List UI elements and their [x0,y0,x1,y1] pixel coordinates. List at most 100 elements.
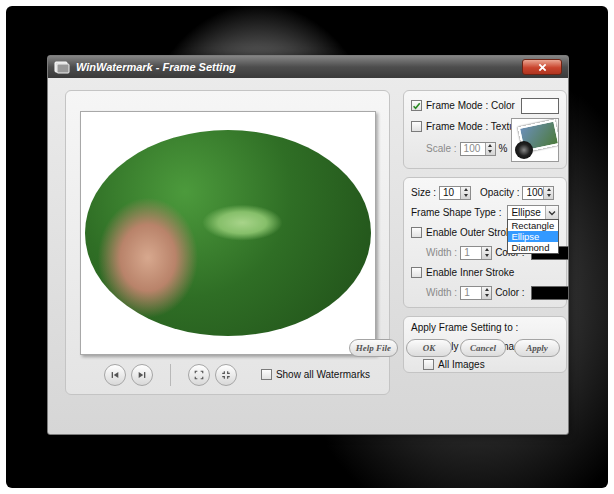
apply-option[interactable]: All Images [411,357,559,372]
shape-type-value: Ellipse [508,207,545,218]
dialog-button[interactable]: OK [406,339,452,357]
scale-unit: % [499,143,508,154]
app-logo-icon [54,60,70,74]
up-arrow-icon[interactable] [482,287,491,293]
stroke-width-spinner[interactable]: 1 [460,246,492,260]
spin-value: 10 [440,187,460,199]
show-all-watermarks-box[interactable] [261,369,272,380]
stroke-color-label: Color : [495,287,524,298]
size-opacity-row: Size : 10 Opacity : 100 [411,184,559,201]
spin-buttons[interactable] [481,287,491,299]
stroke-box[interactable] [411,267,422,278]
scale-label: Scale : [426,143,457,154]
stroke-color-swatch[interactable] [531,286,569,300]
frame-mode-texture-box[interactable] [411,121,422,132]
next-icon [137,370,147,380]
close-button[interactable] [522,59,562,75]
size-label: Size : [411,187,436,198]
preview-panel: Show all Watermarks [65,90,390,395]
preview-toolbar: Show all Watermarks [80,355,376,394]
dialog-button[interactable]: Cancel [460,339,506,357]
previous-button[interactable] [104,364,126,386]
spin-value: 100 [523,187,543,199]
next-button[interactable] [131,364,153,386]
shape-type-option[interactable]: Rectangle [508,220,558,231]
spin-buttons[interactable] [460,187,470,199]
frame-mode-texture-label: Frame Mode : Texture [426,121,524,132]
show-all-watermarks-checkbox[interactable]: Show all Watermarks [261,369,370,380]
apply-option-box[interactable] [423,359,434,370]
spin-buttons[interactable] [481,247,491,259]
shape-type-options: RectangleEllipseDiamond [507,219,559,254]
up-arrow-icon[interactable] [486,143,495,149]
down-arrow-icon[interactable] [461,193,470,199]
shape-type-option[interactable]: Diamond [508,242,558,253]
window-body: Show all Watermarks Frame Mode : Color F… [48,78,568,262]
spin-value: 1 [461,247,481,259]
button-bar: Help File OK Cancel Apply [48,262,568,434]
texture-area: Frame Mode : Texture Scale : 100 % [411,118,559,162]
apply-option-label: All Images [438,359,485,370]
down-arrow-icon[interactable] [482,293,491,299]
actual-size-icon [221,370,231,380]
dialog-button[interactable]: Apply [514,339,560,357]
stroke-label: Enable Outer Stroke [426,227,517,238]
spin-buttons[interactable] [543,187,553,199]
frame-mode-panel: Frame Mode : Color Frame Mode : Texture … [403,90,567,169]
fit-button[interactable] [188,364,210,386]
shape-type-select[interactable]: Ellipse [507,205,559,220]
frame-setting-window: WinWatermark - Frame Setting Show all Wa… [47,55,569,435]
screenshot-frame: WinWatermark - Frame Setting Show all Wa… [0,0,614,494]
shape-type-row: Frame Shape Type : Ellipse RectangleElli… [411,204,559,221]
show-all-watermarks-label: Show all Watermarks [276,369,370,380]
actual-size-button[interactable] [215,364,237,386]
frame-mode-color-box[interactable] [411,100,422,111]
frame-mode-color-checkbox[interactable]: Frame Mode : Color [411,97,515,114]
title-bar[interactable]: WinWatermark - Frame Setting [48,56,568,78]
spin-value: 1 [461,287,481,299]
frame-color-swatch[interactable] [521,98,559,114]
stroke-width-label: Width : [426,287,457,298]
preview-canvas [80,111,376,355]
close-icon [538,63,547,72]
shape-type-option[interactable]: Ellipse [508,231,558,242]
frame-mode-texture-checkbox[interactable]: Frame Mode : Texture [411,118,507,135]
check-icon [412,101,421,111]
settings-column: Frame Mode : Color Frame Mode : Texture … [403,90,567,262]
dialog-button[interactable]: Help File [349,339,398,357]
up-arrow-icon[interactable] [544,187,553,193]
frame-shape-panel: Size : 10 Opacity : 100 Frame Shape Type… [403,177,567,308]
stroke-label: Enable Inner Stroke [426,267,514,278]
preview-photo [85,130,371,336]
shape-type-label: Frame Shape Type : [411,207,501,218]
opacity-label: Opacity : [480,187,519,198]
texture-disc [515,141,533,159]
up-arrow-icon[interactable] [482,247,491,253]
frame-mode-color-row: Frame Mode : Color [411,97,559,114]
apply-title: Apply Frame Setting to : [411,322,559,336]
fit-icon [194,370,204,380]
dropdown-arrow-button[interactable] [545,206,558,219]
stroke-width-spinner[interactable]: 1 [460,286,492,300]
frame-mode-color-label: Frame Mode : Color [426,100,515,111]
texture-thumbnail[interactable] [511,118,559,162]
down-arrow-icon[interactable] [544,193,553,199]
down-arrow-icon[interactable] [486,149,495,155]
stroke-width-row: Width : 1 Color : [411,284,559,301]
previous-icon [110,370,120,380]
chevron-down-icon [548,210,556,216]
up-arrow-icon[interactable] [461,187,470,193]
scale-spinner[interactable]: 100 [460,142,496,156]
shape-type-dropdown[interactable]: Ellipse RectangleEllipseDiamond [507,205,559,220]
stroke-checkbox[interactable]: Enable Inner Stroke [411,264,559,281]
toolbar-separator [170,364,171,386]
opacity-spinner[interactable]: 100 [522,186,554,200]
spin-value: 100 [461,143,485,155]
down-arrow-icon[interactable] [482,253,491,259]
size-spinner[interactable]: 10 [439,186,471,200]
texture-controls: Frame Mode : Texture Scale : 100 % [411,118,507,162]
stroke-box[interactable] [411,227,422,238]
scale-row: Scale : 100 % [411,140,507,157]
stroke-width-label: Width : [426,247,457,258]
spin-buttons[interactable] [485,143,495,155]
